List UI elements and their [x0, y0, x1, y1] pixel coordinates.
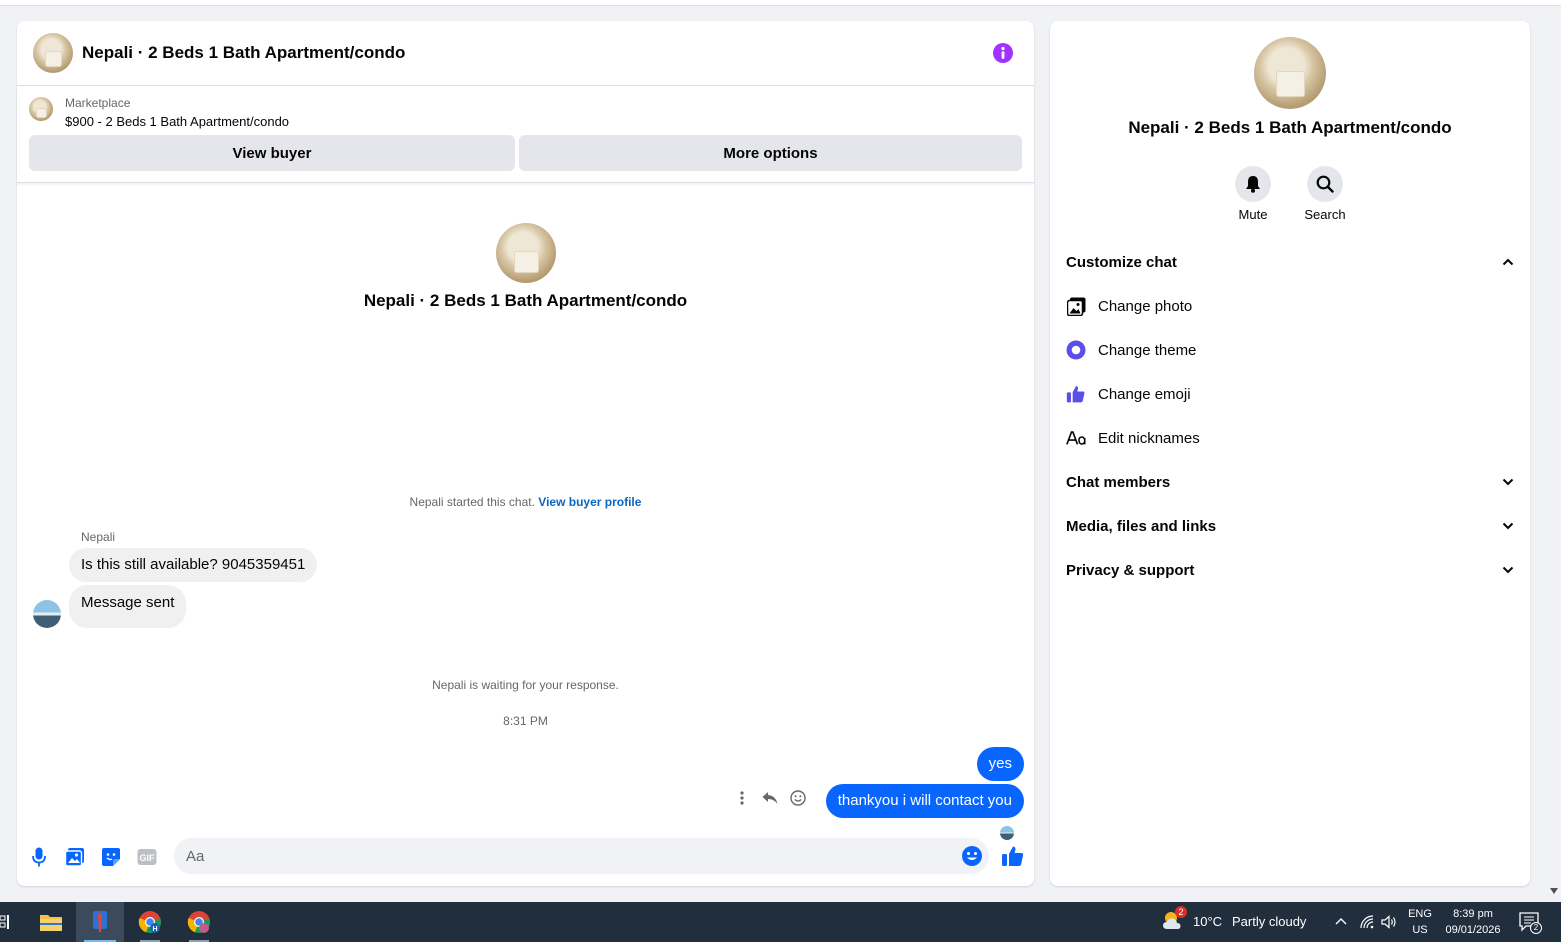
- chat-header: Nepali · 2 Beds 1 Bath Apartment/condo: [17, 21, 1034, 86]
- intro-avatar: [496, 223, 556, 283]
- chevron-down-icon: [1502, 478, 1514, 486]
- privacy-support-label: Privacy & support: [1066, 561, 1195, 579]
- chat-started-text: Nepali started this chat.: [409, 495, 535, 509]
- listing-source: Marketplace: [65, 96, 131, 110]
- incoming-message[interactable]: Is this still available? 9045359451: [69, 548, 318, 582]
- info-avatar[interactable]: [1254, 37, 1326, 109]
- chevron-down-icon: [1502, 522, 1514, 530]
- clock[interactable]: 8:39 pm 09/01/2026: [1440, 906, 1506, 938]
- clock-date: 09/01/2026: [1445, 924, 1501, 936]
- chat-members-label: Chat members: [1066, 473, 1171, 491]
- waiting-notice: Nepali is waiting for your response.: [432, 678, 619, 692]
- listing-name[interactable]: $900 - 2 Beds 1 Bath Apartment/condo: [65, 114, 289, 129]
- image-icon: [1066, 296, 1086, 316]
- message-input[interactable]: [174, 838, 989, 874]
- active-app-icon[interactable]: [76, 902, 124, 942]
- theme-icon: [1066, 340, 1086, 360]
- chat-info-panel: Nepali · 2 Beds 1 Bath Apartment/condo M…: [1050, 21, 1530, 886]
- change-theme-item[interactable]: Change theme: [1066, 338, 1514, 362]
- chat-title[interactable]: Nepali · 2 Beds 1 Bath Apartment/condo: [82, 43, 405, 63]
- incoming-message[interactable]: Message sent: [69, 585, 187, 628]
- change-photo-item[interactable]: Change photo: [1066, 294, 1514, 318]
- view-buyer-profile-link[interactable]: View buyer profile: [538, 495, 641, 509]
- weather-description[interactable]: Partly cloudy: [1232, 914, 1306, 929]
- network-icon[interactable]: [1360, 915, 1374, 929]
- svg-text:GIF: GIF: [140, 853, 156, 863]
- emoji-icon[interactable]: [961, 845, 983, 867]
- media-files-links-section[interactable]: Media, files and links: [1066, 514, 1514, 538]
- message-actions: [733, 789, 807, 807]
- sticker-icon[interactable]: [100, 846, 122, 868]
- media-files-links-label: Media, files and links: [1066, 517, 1217, 535]
- sender-name: Nepali: [81, 530, 116, 544]
- language-code: ENG: [1408, 908, 1432, 920]
- chevron-up-icon[interactable]: [1335, 917, 1347, 925]
- notification-count: 2: [1530, 922, 1542, 934]
- customize-chat-label: Customize chat: [1066, 253, 1177, 271]
- chevron-down-icon: [1502, 566, 1514, 574]
- keyboard-layout: US: [1412, 924, 1428, 936]
- outgoing-message[interactable]: yes: [976, 747, 1024, 781]
- search-icon[interactable]: [1307, 166, 1343, 202]
- more-actions-icon[interactable]: [733, 789, 751, 807]
- chat-panel: Nepali · 2 Beds 1 Bath Apartment/condo M…: [17, 21, 1034, 886]
- listing-bar: Marketplace $900 - 2 Beds 1 Bath Apartme…: [17, 87, 1034, 183]
- clock-time: 8:39 pm: [1453, 908, 1493, 920]
- photo-icon[interactable]: [64, 846, 86, 868]
- change-theme-label: Change theme: [1098, 341, 1197, 359]
- microphone-icon[interactable]: [28, 846, 50, 868]
- chrome-profile-icon[interactable]: [175, 902, 223, 942]
- privacy-support-section[interactable]: Privacy & support: [1066, 558, 1514, 582]
- volume-icon[interactable]: [1381, 914, 1397, 930]
- svg-text:H: H: [152, 926, 157, 933]
- weather-badge: 2: [1175, 906, 1187, 918]
- windows-taskbar: H 2 10°C Partly cloudy ENG US 8:39 pm 09…: [0, 902, 1561, 942]
- thumbs-up-icon: [1066, 384, 1086, 404]
- view-buyer-button[interactable]: View buyer: [29, 135, 515, 171]
- edit-nicknames-item[interactable]: Edit nicknames: [1066, 426, 1514, 450]
- intro-title: Nepali · 2 Beds 1 Bath Apartment/condo: [363, 291, 688, 310]
- file-explorer-icon[interactable]: [27, 902, 75, 942]
- sender-avatar[interactable]: [33, 600, 61, 628]
- language-indicator[interactable]: ENG US: [1402, 906, 1438, 938]
- react-icon[interactable]: [789, 789, 807, 807]
- search-button[interactable]: Search: [1295, 166, 1355, 222]
- message-composer: GIF: [17, 836, 1034, 876]
- mute-label: Mute: [1238, 207, 1268, 222]
- reply-icon[interactable]: [761, 789, 779, 807]
- chrome-icon[interactable]: H: [126, 902, 174, 942]
- chat-avatar[interactable]: [33, 33, 73, 73]
- text-aa-icon: [1066, 428, 1086, 448]
- info-icon[interactable]: [992, 42, 1014, 64]
- chat-members-section[interactable]: Chat members: [1066, 470, 1514, 494]
- search-label: Search: [1304, 207, 1346, 222]
- weather-temperature[interactable]: 10°C: [1193, 914, 1222, 929]
- bell-icon[interactable]: [1235, 166, 1271, 202]
- more-options-button[interactable]: More options: [519, 135, 1022, 171]
- mute-button[interactable]: Mute: [1223, 166, 1283, 222]
- scroll-down-arrow-icon[interactable]: [1549, 887, 1559, 895]
- info-title: Nepali · 2 Beds 1 Bath Apartment/condo: [1128, 118, 1452, 137]
- task-view-icon[interactable]: [0, 902, 30, 942]
- outgoing-message[interactable]: thankyou i will contact you: [825, 784, 1024, 818]
- edit-nicknames-label: Edit nicknames: [1098, 429, 1200, 447]
- change-photo-label: Change photo: [1098, 297, 1193, 315]
- change-emoji-item[interactable]: Change emoji: [1066, 382, 1514, 406]
- change-emoji-label: Change emoji: [1098, 385, 1191, 403]
- message-timestamp: 8:31 PM: [503, 714, 548, 728]
- browser-top-strip: [0, 0, 1561, 6]
- like-icon[interactable]: [1001, 844, 1025, 868]
- gif-icon[interactable]: GIF: [136, 846, 158, 868]
- listing-thumbnail[interactable]: [29, 97, 53, 121]
- chat-started-notice: Nepali started this chat. View buyer pro…: [17, 495, 1034, 509]
- customize-chat-section[interactable]: Customize chat: [1066, 250, 1514, 274]
- chevron-up-icon: [1502, 258, 1514, 266]
